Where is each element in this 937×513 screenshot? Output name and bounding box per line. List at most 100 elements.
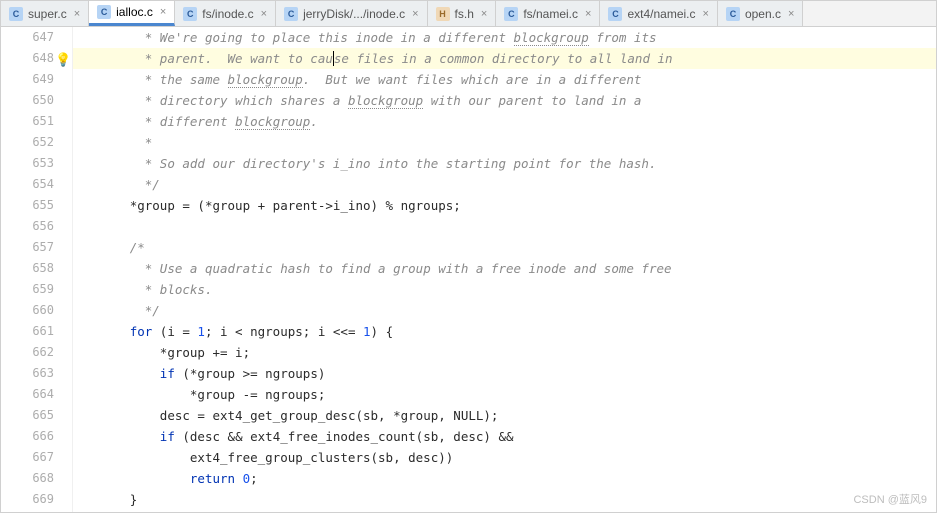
tab-open-c[interactable]: Copen.c×	[718, 1, 803, 26]
code-token: blockgroup	[235, 114, 310, 130]
tab-ext4-namei-c[interactable]: Cext4/namei.c×	[600, 1, 717, 26]
code-token: ) {	[371, 324, 394, 339]
line-number: 660	[1, 300, 54, 321]
line-number: 647	[1, 27, 54, 48]
code-token: (*group >= ngroups)	[175, 366, 326, 381]
code-line[interactable]: return 0;	[73, 468, 936, 489]
tab-fs-namei-c[interactable]: Cfs/namei.c ×	[496, 1, 600, 26]
code-token: ext4_free_group_clusters(sb, desc))	[190, 450, 453, 465]
code-line[interactable]: * Use a quadratic hash to find a group w…	[73, 258, 936, 279]
code-token: (i =	[152, 324, 197, 339]
code-line[interactable]: * different blockgroup.	[73, 111, 936, 132]
tab-ialloc-c[interactable]: Cialloc.c ×	[89, 1, 175, 26]
code-token: *	[137, 135, 152, 150]
h-file-icon: H	[436, 7, 450, 21]
line-number: 655	[1, 195, 54, 216]
code-token: for	[130, 324, 153, 339]
code-token: desc = ext4_get_group_desc(sb, *group, N…	[160, 408, 499, 423]
code-line[interactable]: }	[73, 489, 936, 510]
code-token: 1	[197, 324, 205, 339]
code-token: if	[160, 429, 175, 444]
code-line[interactable]: *group += i;	[73, 342, 936, 363]
code-line[interactable]: */	[73, 174, 936, 195]
editor: 647648💡649650651652653654655656657658659…	[1, 27, 936, 512]
close-icon[interactable]: ×	[72, 8, 82, 20]
c-file-icon: C	[504, 7, 518, 21]
code-line[interactable]: *group = (*group + parent->i_ino) % ngro…	[73, 195, 936, 216]
code-token: blockgroup	[514, 30, 589, 46]
c-file-icon: C	[97, 5, 111, 19]
close-icon[interactable]: ×	[158, 6, 168, 18]
lightbulb-icon[interactable]: 💡	[55, 50, 71, 71]
code-token: se files in a common directory to all la…	[334, 51, 673, 66]
c-file-icon: C	[726, 7, 740, 21]
line-number: 657	[1, 237, 54, 258]
line-number: 650	[1, 90, 54, 111]
line-number: 658	[1, 258, 54, 279]
close-icon[interactable]: ×	[259, 8, 269, 20]
code-line[interactable]: * directory which shares a blockgroup wi…	[73, 90, 936, 111]
close-icon[interactable]: ×	[479, 8, 489, 20]
code-line[interactable]: * blocks.	[73, 279, 936, 300]
close-icon[interactable]: ×	[583, 8, 593, 20]
line-number: 662	[1, 342, 54, 363]
close-icon[interactable]: ×	[701, 8, 711, 20]
code-line[interactable]: *	[73, 132, 936, 153]
c-file-icon: C	[284, 7, 298, 21]
line-number: 666	[1, 426, 54, 447]
line-number: 652	[1, 132, 54, 153]
code-line[interactable]: /*	[73, 237, 936, 258]
close-icon[interactable]: ×	[410, 8, 420, 20]
code-token: .	[310, 114, 318, 129]
code-line[interactable]: * So add our directory's i_ino into the …	[73, 153, 936, 174]
code-area[interactable]: * We're going to place this inode in a d…	[73, 27, 936, 512]
code-token: . But we want files which are in a diffe…	[303, 72, 642, 87]
code-line[interactable]: if (desc && ext4_free_inodes_count(sb, d…	[73, 426, 936, 447]
code-token: if	[160, 366, 175, 381]
line-number: 648	[1, 48, 54, 69]
line-number: 661	[1, 321, 54, 342]
close-icon[interactable]: ×	[786, 8, 796, 20]
line-number: 656	[1, 216, 54, 237]
tab-super-c[interactable]: Csuper.c×	[1, 1, 89, 26]
code-line[interactable]: * the same blockgroup. But we want files…	[73, 69, 936, 90]
tab-fs-h[interactable]: Hfs.h×	[428, 1, 497, 26]
code-token: * So add our directory's i_ino into the …	[137, 156, 656, 171]
code-line[interactable]: *group -= ngroups;	[73, 384, 936, 405]
code-line[interactable]: desc = ext4_get_group_desc(sb, *group, N…	[73, 405, 936, 426]
line-number: 653	[1, 153, 54, 174]
code-token: *group += i;	[160, 345, 250, 360]
tab-label: fs/namei.c	[523, 7, 578, 21]
code-line[interactable]: for (i = 1; i < ngroups; i <<= 1) {	[73, 321, 936, 342]
tab-fs-inode-c[interactable]: Cfs/inode.c×	[175, 1, 276, 26]
line-number: 669	[1, 489, 54, 510]
code-token	[235, 471, 243, 486]
line-number: 649	[1, 69, 54, 90]
code-token: ; i < ngroups; i <<=	[205, 324, 363, 339]
code-token: * different	[137, 114, 235, 129]
tab-jerrydisk-inode-c[interactable]: CjerryDisk/.../inode.c ×	[276, 1, 427, 26]
code-token: }	[130, 492, 138, 507]
code-token: * We're going to place this inode in a d…	[137, 30, 513, 45]
code-token: * the same	[137, 72, 227, 87]
code-token: *group -= ngroups;	[190, 387, 325, 402]
tab-label: jerryDisk/.../inode.c	[303, 7, 405, 21]
code-token: ;	[250, 471, 258, 486]
code-line[interactable]: if (*group >= ngroups)	[73, 363, 936, 384]
code-line[interactable]: * parent. We want to cause files in a co…	[73, 48, 936, 69]
code-token: */	[137, 303, 160, 318]
line-number: 664	[1, 384, 54, 405]
code-line[interactable]: ext4_free_group_clusters(sb, desc))	[73, 447, 936, 468]
tab-bar: Csuper.c×Cialloc.c×Cfs/inode.c×CjerryDis…	[1, 1, 936, 27]
code-token: 0	[243, 471, 251, 486]
code-line[interactable]: */	[73, 300, 936, 321]
tab-label: ialloc.c	[116, 5, 153, 19]
code-token: 1	[363, 324, 371, 339]
code-line[interactable]	[73, 216, 936, 237]
code-line[interactable]: * We're going to place this inode in a d…	[73, 27, 936, 48]
tab-label: super.c	[28, 7, 67, 21]
code-token: blockgroup	[228, 72, 303, 88]
line-number: 663	[1, 363, 54, 384]
code-token: from its	[589, 30, 657, 45]
line-number: 667	[1, 447, 54, 468]
